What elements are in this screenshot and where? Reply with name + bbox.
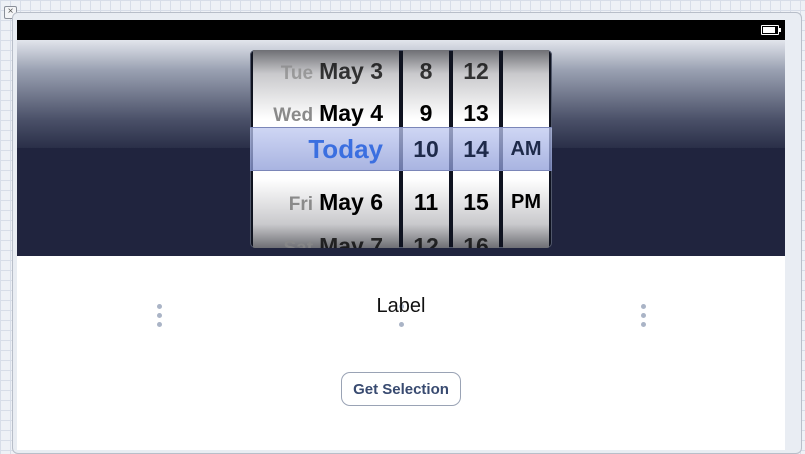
minute-row: 16	[463, 233, 489, 248]
date-picker-area: TueMay 3 WedMay 4 FriMay 6 SatMay 7 8 9 …	[17, 40, 785, 256]
hour-row: 11	[413, 189, 439, 215]
output-label[interactable]: Label	[17, 295, 785, 317]
date-row: Fri May 6	[288, 189, 383, 215]
view-canvas: TueMay 3 WedMay 4 FriMay 6 SatMay 7 8 9 …	[17, 20, 785, 450]
date-picker[interactable]: TueMay 3 WedMay 4 FriMay 6 SatMay 7 8 9 …	[250, 50, 552, 248]
label-container: Label	[17, 276, 785, 327]
minute-row: 12	[463, 58, 489, 84]
selected-hour: 10	[413, 136, 439, 162]
resize-handle[interactable]	[399, 322, 404, 327]
get-selection-button[interactable]: Get Selection	[341, 372, 461, 406]
selected-date: Today	[308, 134, 383, 164]
minute-row: 15	[463, 189, 489, 215]
battery-icon	[761, 25, 781, 35]
status-bar	[17, 20, 785, 40]
resize-handle[interactable]	[157, 322, 162, 327]
resize-handle[interactable]	[641, 322, 646, 327]
hour-row: 12	[413, 233, 439, 248]
hour-row: 8	[419, 58, 433, 84]
selected-minute: 14	[463, 136, 489, 162]
date-row: Tue May 3	[280, 58, 383, 84]
selected-ampm: AM	[510, 138, 542, 160]
ampm-row: PM	[511, 191, 541, 213]
date-row: SatMay 7	[283, 233, 383, 248]
